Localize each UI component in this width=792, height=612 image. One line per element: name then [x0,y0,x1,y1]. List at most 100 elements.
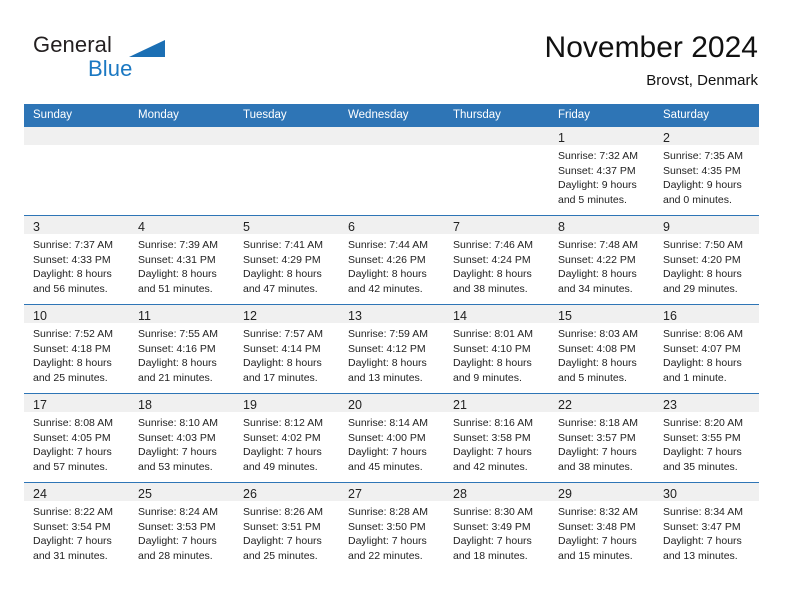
day-details: Sunrise: 7:32 AM Sunset: 4:37 PM Dayligh… [549,145,654,207]
day-details: Sunrise: 7:44 AM Sunset: 4:26 PM Dayligh… [339,234,444,296]
calendar-body: 1 Sunrise: 7:32 AM Sunset: 4:37 PM Dayli… [24,126,759,571]
sunrise-text: Sunrise: 8:28 AM [348,506,428,518]
day-cell[interactable]: 24 Sunrise: 8:22 AM Sunset: 3:54 PM Dayl… [24,482,129,571]
day-cell[interactable]: 28 Sunrise: 8:30 AM Sunset: 3:49 PM Dayl… [444,482,549,571]
day-cell[interactable]: 17 Sunrise: 8:08 AM Sunset: 4:05 PM Dayl… [24,393,129,482]
sunrise-text: Sunrise: 7:37 AM [33,239,113,251]
day-band: 9 [654,216,759,234]
day-number: 12 [243,309,257,323]
day-cell[interactable]: 19 Sunrise: 8:12 AM Sunset: 4:02 PM Dayl… [234,393,339,482]
day-details: Sunrise: 7:35 AM Sunset: 4:35 PM Dayligh… [654,145,759,207]
day-cell[interactable]: 14 Sunrise: 8:01 AM Sunset: 4:10 PM Dayl… [444,304,549,393]
day-cell[interactable]: 15 Sunrise: 8:03 AM Sunset: 4:08 PM Dayl… [549,304,654,393]
day-number: 13 [348,309,362,323]
day-number: 22 [558,398,572,412]
day-cell[interactable]: 25 Sunrise: 8:24 AM Sunset: 3:53 PM Dayl… [129,482,234,571]
day-cell[interactable]: 26 Sunrise: 8:26 AM Sunset: 3:51 PM Dayl… [234,482,339,571]
weekday-header-thursday: Thursday [444,104,549,126]
day-cell[interactable]: 29 Sunrise: 8:32 AM Sunset: 3:48 PM Dayl… [549,482,654,571]
day-details: Sunrise: 8:24 AM Sunset: 3:53 PM Dayligh… [129,501,234,563]
sunset-text: Sunset: 4:26 PM [348,253,426,266]
day-cell[interactable]: 18 Sunrise: 8:10 AM Sunset: 4:03 PM Dayl… [129,393,234,482]
day-band: 12 [234,305,339,323]
day-cell[interactable]: 6 Sunrise: 7:44 AM Sunset: 4:26 PM Dayli… [339,215,444,304]
day-cell-inner: 28 Sunrise: 8:30 AM Sunset: 3:49 PM Dayl… [444,482,549,571]
day-cell-inner: 17 Sunrise: 8:08 AM Sunset: 4:05 PM Dayl… [24,393,129,482]
weekday-header-row: Sunday Monday Tuesday Wednesday Thursday… [24,104,759,126]
day-details: Sunrise: 7:59 AM Sunset: 4:12 PM Dayligh… [339,323,444,385]
sunset-text: Sunset: 4:14 PM [243,342,321,355]
day-cell[interactable]: 12 Sunrise: 7:57 AM Sunset: 4:14 PM Dayl… [234,304,339,393]
day-details: Sunrise: 8:18 AM Sunset: 3:57 PM Dayligh… [549,412,654,474]
day-cell[interactable]: 16 Sunrise: 8:06 AM Sunset: 4:07 PM Dayl… [654,304,759,393]
day-cell[interactable]: 7 Sunrise: 7:46 AM Sunset: 4:24 PM Dayli… [444,215,549,304]
day-details: Sunrise: 8:10 AM Sunset: 4:03 PM Dayligh… [129,412,234,474]
day-band: 26 [234,483,339,501]
day-number: 30 [663,487,677,501]
daylight-text: Daylight: 8 hours and 21 minutes. [138,357,217,384]
day-cell[interactable]: 4 Sunrise: 7:39 AM Sunset: 4:31 PM Dayli… [129,215,234,304]
day-cell[interactable]: 22 Sunrise: 8:18 AM Sunset: 3:57 PM Dayl… [549,393,654,482]
empty-cell-inner [444,126,549,215]
day-cell-inner: 1 Sunrise: 7:32 AM Sunset: 4:37 PM Dayli… [549,126,654,215]
day-cell[interactable]: 30 Sunrise: 8:34 AM Sunset: 3:47 PM Dayl… [654,482,759,571]
day-number: 24 [33,487,47,501]
daylight-text: Daylight: 7 hours and 38 minutes. [558,446,637,473]
day-cell[interactable]: 3 Sunrise: 7:37 AM Sunset: 4:33 PM Dayli… [24,215,129,304]
day-band: 15 [549,305,654,323]
sunset-text: Sunset: 3:54 PM [33,520,111,533]
day-cell[interactable]: 2 Sunrise: 7:35 AM Sunset: 4:35 PM Dayli… [654,126,759,215]
day-cell[interactable]: 27 Sunrise: 8:28 AM Sunset: 3:50 PM Dayl… [339,482,444,571]
day-band: 8 [549,216,654,234]
daylight-text: Daylight: 7 hours and 49 minutes. [243,446,322,473]
day-cell[interactable]: 21 Sunrise: 8:16 AM Sunset: 3:58 PM Dayl… [444,393,549,482]
day-number: 26 [243,487,257,501]
logo-triangle-icon [129,40,165,57]
empty-cell-inner [234,126,339,215]
empty-cell-inner [24,126,129,215]
daylight-text: Daylight: 8 hours and 1 minute. [663,357,742,384]
day-cell-inner: 23 Sunrise: 8:20 AM Sunset: 3:55 PM Dayl… [654,393,759,482]
sunset-text: Sunset: 3:51 PM [243,520,321,533]
day-cell[interactable]: 20 Sunrise: 8:14 AM Sunset: 4:00 PM Dayl… [339,393,444,482]
day-band: 6 [339,216,444,234]
day-details: Sunrise: 8:32 AM Sunset: 3:48 PM Dayligh… [549,501,654,563]
logo-text-general: General [33,32,112,57]
day-band [339,127,444,145]
daylight-text: Daylight: 8 hours and 25 minutes. [33,357,112,384]
day-band: 7 [444,216,549,234]
daylight-text: Daylight: 7 hours and 45 minutes. [348,446,427,473]
weekday-header-wednesday: Wednesday [339,104,444,126]
sunrise-text: Sunrise: 8:34 AM [663,506,743,518]
weekday-header-friday: Friday [549,104,654,126]
day-details: Sunrise: 7:57 AM Sunset: 4:14 PM Dayligh… [234,323,339,385]
calendar-week-row: 1 Sunrise: 7:32 AM Sunset: 4:37 PM Dayli… [24,126,759,215]
day-cell-inner: 26 Sunrise: 8:26 AM Sunset: 3:51 PM Dayl… [234,482,339,571]
day-cell-inner: 25 Sunrise: 8:24 AM Sunset: 3:53 PM Dayl… [129,482,234,571]
day-number: 15 [558,309,572,323]
sunset-text: Sunset: 4:05 PM [33,431,111,444]
sunrise-text: Sunrise: 8:20 AM [663,417,743,429]
day-details: Sunrise: 7:50 AM Sunset: 4:20 PM Dayligh… [654,234,759,296]
calendar-week-row: 10 Sunrise: 7:52 AM Sunset: 4:18 PM Dayl… [24,304,759,393]
daylight-text: Daylight: 8 hours and 56 minutes. [33,268,112,295]
day-cell[interactable]: 5 Sunrise: 7:41 AM Sunset: 4:29 PM Dayli… [234,215,339,304]
day-details: Sunrise: 7:39 AM Sunset: 4:31 PM Dayligh… [129,234,234,296]
day-cell[interactable]: 23 Sunrise: 8:20 AM Sunset: 3:55 PM Dayl… [654,393,759,482]
day-details: Sunrise: 8:26 AM Sunset: 3:51 PM Dayligh… [234,501,339,563]
day-cell[interactable]: 10 Sunrise: 7:52 AM Sunset: 4:18 PM Dayl… [24,304,129,393]
sunrise-text: Sunrise: 8:06 AM [663,328,743,340]
day-cell[interactable]: 9 Sunrise: 7:50 AM Sunset: 4:20 PM Dayli… [654,215,759,304]
day-band: 29 [549,483,654,501]
daylight-text: Daylight: 8 hours and 5 minutes. [558,357,637,384]
day-cell[interactable]: 8 Sunrise: 7:48 AM Sunset: 4:22 PM Dayli… [549,215,654,304]
day-band [234,127,339,145]
day-cell[interactable]: 1 Sunrise: 7:32 AM Sunset: 4:37 PM Dayli… [549,126,654,215]
day-cell[interactable]: 13 Sunrise: 7:59 AM Sunset: 4:12 PM Dayl… [339,304,444,393]
sunrise-text: Sunrise: 7:41 AM [243,239,323,251]
day-band: 4 [129,216,234,234]
day-cell-inner: 2 Sunrise: 7:35 AM Sunset: 4:35 PM Dayli… [654,126,759,215]
day-cell[interactable]: 11 Sunrise: 7:55 AM Sunset: 4:16 PM Dayl… [129,304,234,393]
general-blue-logo[interactable]: General Blue [33,30,263,92]
title-block: November 2024 Brovst, Denmark [545,30,758,90]
